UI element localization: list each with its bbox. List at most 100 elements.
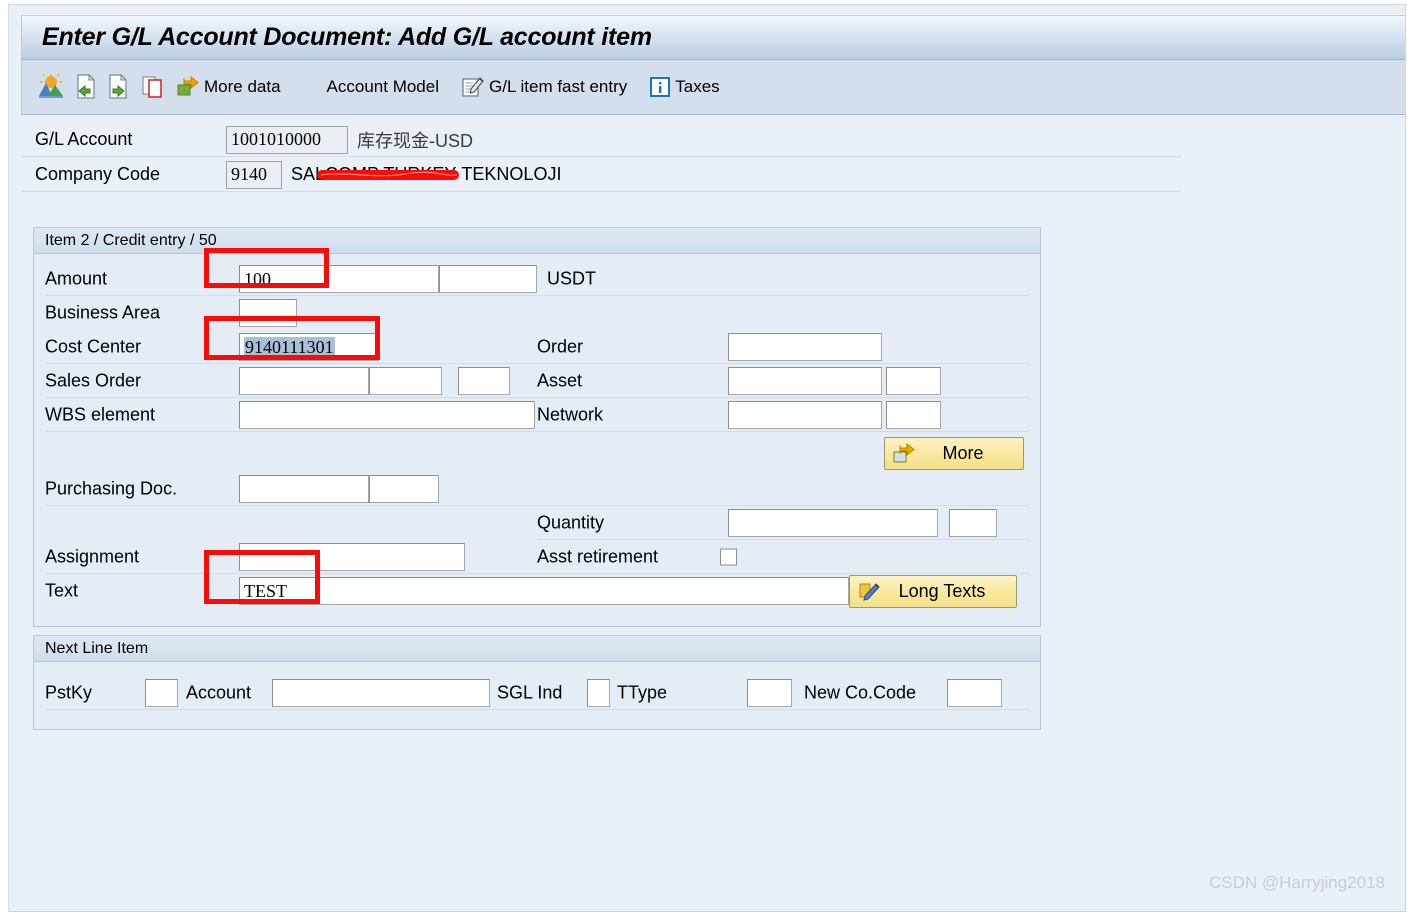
taxes-label: Taxes: [675, 77, 720, 96]
item-group-box: Item 2 / Credit entry / 50 Amount 100 US…: [33, 227, 1041, 627]
quantity-unit-input[interactable]: [949, 509, 997, 537]
wbs-element-input[interactable]: [239, 401, 535, 429]
text-input[interactable]: TEST: [239, 577, 849, 605]
gl-item-fast-entry-label: G/L item fast entry: [489, 77, 628, 96]
application-toolbar: More data Account Model G/L item fast en…: [21, 60, 1405, 115]
cost-center-input[interactable]: 9140111301: [239, 333, 379, 361]
order-label: Order: [537, 336, 584, 357]
quantity-label: Quantity: [537, 512, 605, 533]
purchasing-doc-item-input[interactable]: [369, 475, 439, 503]
assignment-input[interactable]: [239, 543, 465, 571]
sales-order-input[interactable]: [239, 367, 369, 395]
text-row: Text TEST Long Texts: [34, 574, 1040, 608]
asst-retirement-checkbox[interactable]: [720, 548, 737, 566]
asset-label: Asset: [537, 370, 583, 391]
next-line-item-row: PstKy Account SGL Ind TType New Co.Code: [34, 676, 1040, 710]
next-line-item-group-box: Next Line Item PstKy Account SGL Ind TTy…: [33, 635, 1041, 730]
pstky-label: PstKy: [45, 682, 93, 703]
account-model-button[interactable]: Account Model: [323, 72, 443, 102]
account-model-icon[interactable]: [36, 72, 66, 102]
gl-account-row: G/L Account 1001010000 库存现金-USD: [21, 123, 1181, 157]
more-data-label: More data: [204, 77, 281, 96]
next-line-item-body: PstKy Account SGL Ind TType New Co.Code: [34, 662, 1040, 729]
purchasing-doc-row: Purchasing Doc.: [34, 472, 1040, 506]
more-button[interactable]: More: [884, 437, 1024, 470]
gl-account-field[interactable]: 1001010000: [226, 125, 348, 154]
company-code-row: Company Code 9140 SALCOMP TURKEY TEKNOLO…: [21, 158, 1181, 192]
purchasing-doc-label: Purchasing Doc.: [45, 478, 178, 499]
info-icon: [649, 76, 671, 98]
long-texts-button[interactable]: Long Texts: [849, 575, 1017, 608]
network-operation-input[interactable]: [886, 401, 941, 429]
item-group-header: Item 2 / Credit entry / 50: [34, 228, 1040, 254]
cost-center-label: Cost Center: [45, 336, 142, 357]
account-input[interactable]: [272, 679, 490, 707]
cost-center-value: 9140111301: [244, 336, 335, 358]
sgl-ind-label: SGL Ind: [497, 682, 563, 703]
company-name-redacted: COMP TURKEY: [325, 164, 457, 184]
network-label: Network: [537, 404, 604, 425]
asset-subnumber-input[interactable]: [886, 367, 941, 395]
assignment-row: Assignment Asst retirement: [34, 540, 1040, 574]
item-group-body: Amount 100 USDT Business Area Cost Cente…: [34, 254, 1040, 626]
sales-order-row: Sales Order Asset: [34, 364, 1040, 398]
purchasing-doc-input[interactable]: [239, 475, 369, 503]
gl-account-description: 库存现金-USD: [357, 130, 473, 151]
amount-secondary-input[interactable]: [439, 265, 537, 293]
company-name: SALCOMP TURKEY TEKNOLOJI: [291, 164, 561, 185]
business-area-label: Business Area: [45, 302, 161, 323]
amount-input[interactable]: 100: [239, 265, 439, 293]
account-label: Account: [186, 682, 252, 703]
ttype-input[interactable]: [747, 679, 792, 707]
company-name-suffix: TEKNOLOJI: [461, 164, 562, 184]
amount-label: Amount: [45, 268, 108, 289]
gl-item-fast-entry-button[interactable]: G/L item fast entry: [457, 72, 631, 102]
pencil-note-icon: [857, 580, 881, 604]
sales-order-schedule-input[interactable]: [458, 367, 510, 395]
quantity-input[interactable]: [728, 509, 938, 537]
new-cocode-label: New Co.Code: [804, 682, 917, 703]
company-code-field[interactable]: 9140: [226, 160, 282, 189]
asset-input[interactable]: [728, 367, 882, 395]
more-button-label: More: [942, 443, 984, 463]
business-area-input[interactable]: [239, 299, 297, 327]
sales-order-item-input[interactable]: [369, 367, 442, 395]
sgl-ind-input[interactable]: [587, 679, 610, 707]
document-back-icon[interactable]: [70, 72, 100, 102]
gl-account-label: G/L Account: [35, 129, 133, 149]
page-title: Enter G/L Account Document: Add G/L acco…: [42, 23, 652, 51]
watermark: CSDN @Harryjing2018: [1209, 873, 1385, 892]
pstky-input[interactable]: [145, 679, 178, 707]
arrow-out-icon: [176, 75, 200, 99]
assignment-label: Assignment: [45, 546, 140, 567]
cost-center-row: Cost Center 9140111301 Order: [34, 330, 1040, 364]
asst-retirement-label: Asst retirement: [537, 546, 659, 567]
company-name-prefix: SAL: [291, 164, 326, 184]
document-pen-icon: [461, 75, 485, 99]
more-data-button[interactable]: More data: [172, 72, 285, 102]
business-area-row: Business Area: [34, 296, 1040, 330]
wbs-element-row: WBS element Network: [34, 398, 1040, 432]
new-cocode-input[interactable]: [947, 679, 1002, 707]
account-model-label: Account Model: [326, 77, 439, 96]
amount-row: Amount 100 USDT: [34, 262, 1040, 296]
taxes-button[interactable]: Taxes: [645, 72, 723, 102]
order-input[interactable]: [728, 333, 882, 361]
network-input[interactable]: [728, 401, 882, 429]
window-title-bar: Enter G/L Account Document: Add G/L acco…: [21, 15, 1405, 60]
copy-pages-icon[interactable]: [138, 72, 168, 102]
company-code-label: Company Code: [35, 164, 161, 184]
main-content: G/L Account 1001010000 库存现金-USD Company …: [21, 115, 1405, 911]
quantity-row: Quantity: [34, 506, 1040, 540]
document-forward-icon[interactable]: [104, 72, 134, 102]
sales-order-label: Sales Order: [45, 370, 142, 391]
wbs-element-label: WBS element: [45, 404, 156, 425]
row-separator: [45, 431, 1029, 432]
amount-currency-label: USDT: [547, 268, 596, 289]
arrow-out-icon: [892, 442, 916, 465]
long-texts-label: Long Texts: [898, 581, 986, 601]
text-label: Text: [45, 580, 79, 601]
ttype-label: TType: [617, 682, 668, 703]
next-line-item-header: Next Line Item: [34, 636, 1040, 662]
sap-window: Enter G/L Account Document: Add G/L acco…: [8, 4, 1406, 912]
